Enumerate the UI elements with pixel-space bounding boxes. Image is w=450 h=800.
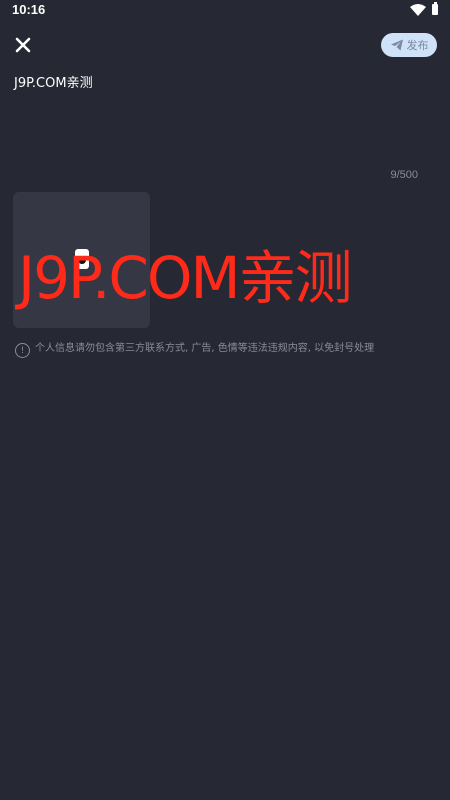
send-icon	[390, 39, 403, 51]
publish-label: 发布	[406, 39, 429, 52]
content-policy-notice: ! 个人信息请勿包含第三方联系方式, 广告, 色情等违法违规内容, 以免封号处理	[15, 342, 435, 358]
notice-text: 个人信息请勿包含第三方联系方式, 广告, 色情等违法违规内容, 以免封号处理	[35, 343, 375, 354]
status-time: 10:16	[12, 2, 46, 17]
close-icon	[15, 37, 31, 53]
post-text-input[interactable]: J9P.COM亲测	[14, 72, 93, 91]
info-icon: !	[15, 343, 30, 358]
char-counter: 9/500	[390, 169, 418, 181]
battery-icon	[432, 2, 438, 15]
watermark-overlay: J9P.COM亲测	[18, 244, 353, 312]
publish-button[interactable]: 发布	[381, 33, 437, 57]
status-bar: 10:16	[0, 0, 450, 22]
close-button[interactable]	[12, 34, 34, 56]
wifi-icon	[410, 4, 426, 16]
